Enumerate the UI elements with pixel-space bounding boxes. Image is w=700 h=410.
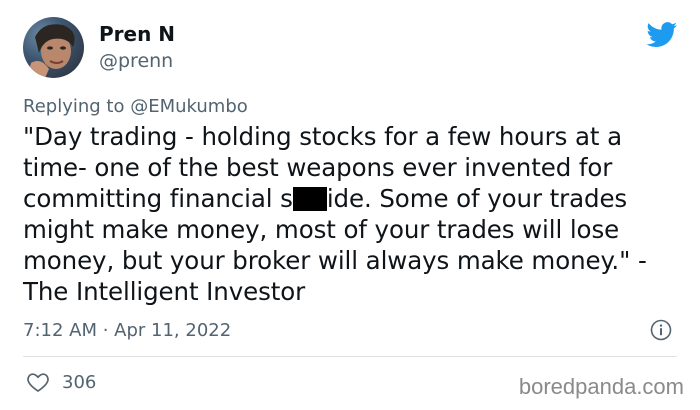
tweet-text: "Day trading - holding stocks for a few …	[23, 121, 685, 307]
twitter-bird-icon	[646, 22, 678, 47]
replying-to-label: Replying to	[23, 96, 125, 117]
divider	[23, 356, 677, 357]
tweet-timestamp[interactable]: 7:12 AM · Apr 11, 2022	[23, 320, 231, 341]
author-name[interactable]: Pren N	[99, 22, 175, 46]
censor-block	[292, 187, 327, 211]
watermark: boredpanda.com	[518, 374, 684, 399]
info-icon[interactable]	[650, 319, 672, 341]
author-handle[interactable]: @prenn	[99, 50, 173, 72]
like-action[interactable]: 306	[26, 371, 96, 393]
heart-icon[interactable]	[26, 371, 50, 393]
replying-to: Replying to @EMukumbo	[23, 96, 248, 117]
avatar[interactable]	[23, 17, 84, 78]
reply-mention-link[interactable]: @EMukumbo	[130, 96, 248, 117]
like-count: 306	[62, 371, 97, 393]
